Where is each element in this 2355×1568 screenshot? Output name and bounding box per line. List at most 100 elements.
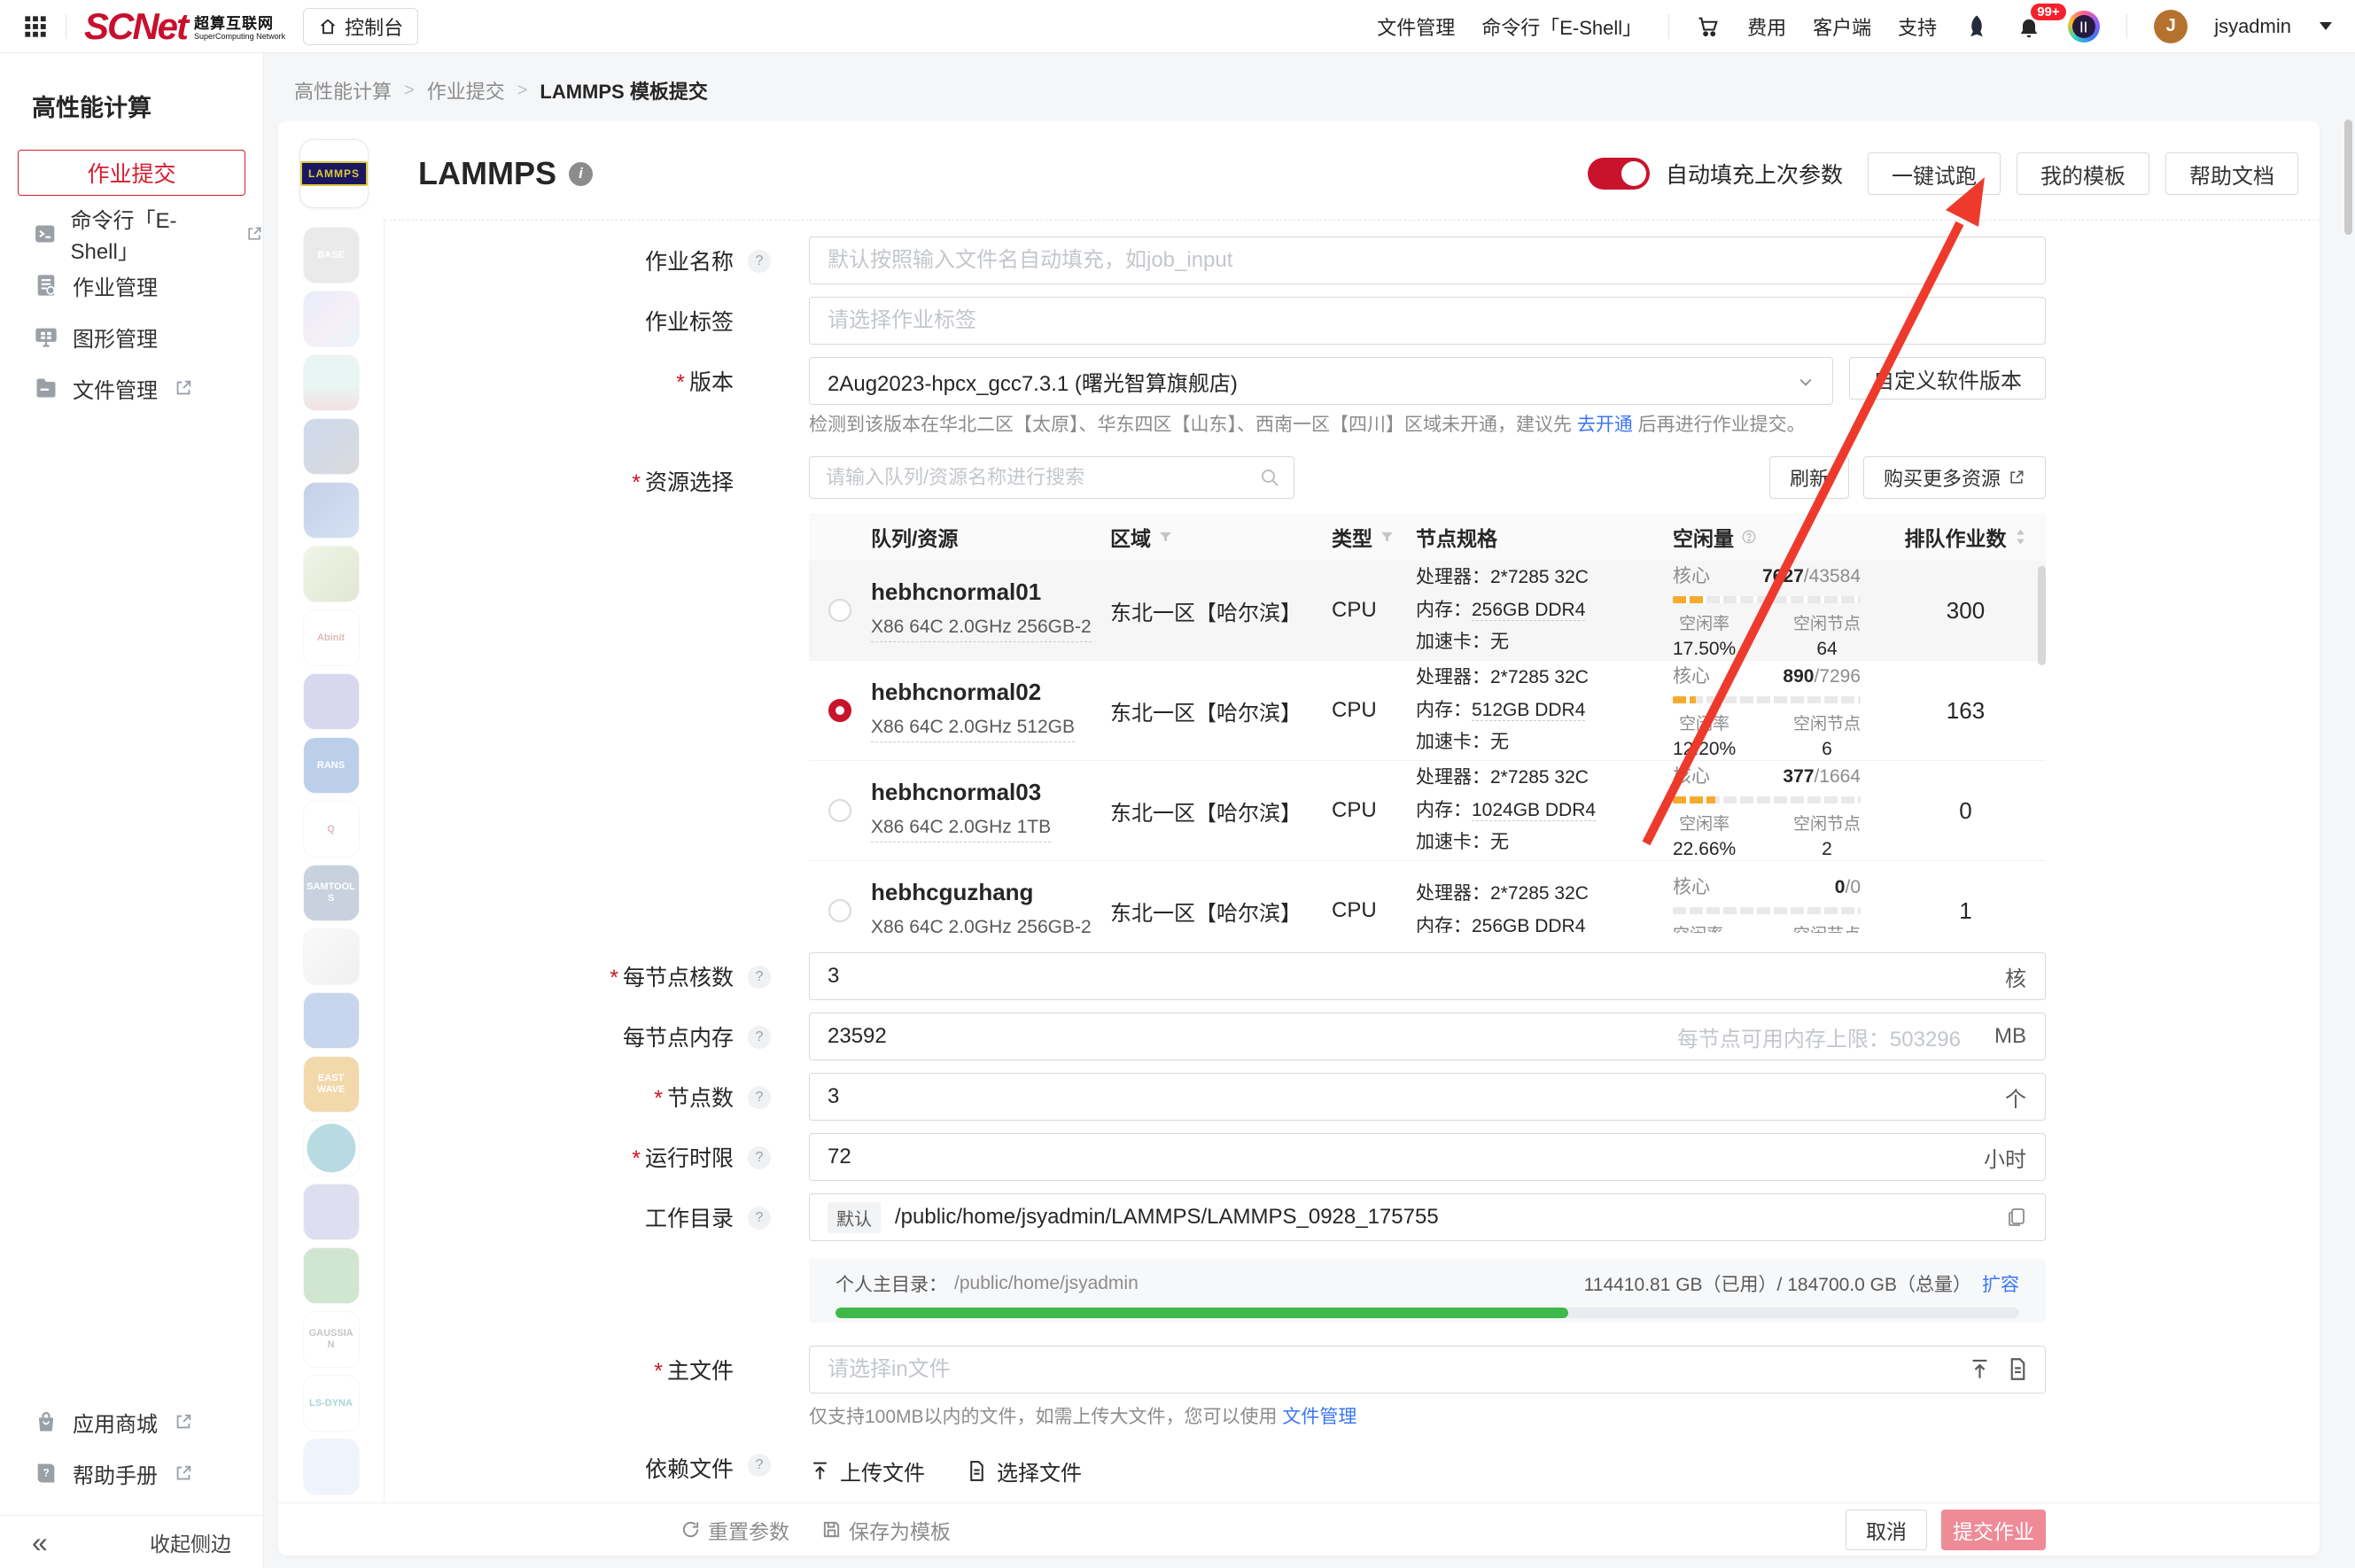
help-icon[interactable]: ? xyxy=(748,1207,771,1230)
mem-per-node-input[interactable] xyxy=(809,1013,2046,1060)
app-icon[interactable] xyxy=(303,546,360,602)
external-link-icon xyxy=(245,224,263,244)
divider xyxy=(2126,14,2127,39)
app-icon[interactable]: BASE xyxy=(303,227,360,283)
expand-storage-link[interactable]: 扩容 xyxy=(1982,1270,2019,1297)
nav-support[interactable]: 支持 xyxy=(1898,12,1937,41)
nav-file-manager[interactable]: 文件管理 xyxy=(1377,12,1455,41)
cores-per-node-input[interactable] xyxy=(809,952,2046,1000)
nav-eshell[interactable]: 命令行「E-Shell」 xyxy=(1481,12,1642,41)
cart-icon[interactable] xyxy=(1696,14,1721,39)
save-template-button[interactable]: 保存为模板 xyxy=(821,1515,951,1545)
info-icon[interactable]: i xyxy=(569,162,593,186)
app-icon[interactable] xyxy=(303,1184,360,1240)
folder-open-icon[interactable] xyxy=(2006,1207,2027,1228)
version-select[interactable]: 2Aug2023-hpcx_gcc7.3.1 (曙光智算旗舰店) xyxy=(809,357,1833,405)
sidebar-item-file-management[interactable]: 文件管理 xyxy=(0,362,263,414)
resource-row-hebhcnormal03[interactable]: hebhcnormal03 X86 64C 2.0GHz 1TB 东北一区【哈尔… xyxy=(809,761,2046,861)
breadcrumb-hpc[interactable]: 高性能计算 xyxy=(294,76,392,105)
resource-search-input[interactable] xyxy=(809,456,1294,499)
help-icon[interactable]: ? xyxy=(748,1454,771,1477)
job-name-input[interactable] xyxy=(809,237,2046,284)
table-scrollbar-thumb[interactable] xyxy=(2038,566,2046,665)
app-icon[interactable]: Q xyxy=(303,801,360,858)
sidebar-item-help-manual[interactable]: ? 帮助手册 xyxy=(0,1448,263,1499)
reset-params-button[interactable]: 重置参数 xyxy=(680,1515,789,1545)
resource-row-hebhcnormal01[interactable]: hebhcnormal01 X86 64C 2.0GHz 256GB-2 东北一… xyxy=(809,561,2046,661)
filter-icon[interactable] xyxy=(1158,530,1173,545)
refresh-button[interactable]: 刷新 xyxy=(1769,456,1849,499)
nav-fee[interactable]: 费用 xyxy=(1747,12,1786,41)
ai-assistant-icon[interactable]: || xyxy=(2068,11,2100,43)
submit-job-button[interactable]: 提交作业 xyxy=(1941,1510,2046,1550)
rocket-icon[interactable] xyxy=(1963,13,1990,40)
svg-text:?: ? xyxy=(43,1468,50,1479)
notifications-bell-icon[interactable]: 99+ xyxy=(2017,14,2041,39)
main-file-input[interactable] xyxy=(809,1346,2046,1393)
app-icon[interactable] xyxy=(303,291,360,347)
app-icon[interactable]: GAUSSIAN xyxy=(303,1311,360,1368)
resource-row-hebhcguzhang[interactable]: hebhcguzhang X86 64C 2.0GHz 256GB-2 东北一区… xyxy=(809,861,2046,933)
question-circle-icon[interactable] xyxy=(1741,529,1757,545)
sort-icon[interactable] xyxy=(2014,528,2027,546)
app-icon[interactable] xyxy=(303,482,360,539)
workdir-input[interactable]: 默认 /public/home/jsyadmin/LAMMPS/LAMMPS_0… xyxy=(809,1193,2046,1241)
user-caret-down-icon[interactable] xyxy=(2320,22,2332,30)
help-docs-button[interactable]: 帮助文档 xyxy=(2165,152,2298,195)
console-button[interactable]: 控制台 xyxy=(303,8,418,45)
sidebar-item-graphics-management[interactable]: 图形管理 xyxy=(0,311,263,362)
username[interactable]: jsyadmin xyxy=(2214,15,2291,38)
sidebar-item-app-store[interactable]: 应用商城 xyxy=(0,1396,263,1448)
sidebar-item-eshell[interactable]: 命令行「E-Shell」 xyxy=(0,208,263,260)
app-icon[interactable]: Abinit xyxy=(303,609,360,666)
custom-version-button[interactable]: 自定义软件版本 xyxy=(1849,357,2046,400)
filter-icon[interactable] xyxy=(1380,530,1395,545)
help-icon[interactable]: ? xyxy=(748,1146,771,1169)
help-icon[interactable]: ? xyxy=(748,250,771,273)
app-icon[interactable] xyxy=(303,673,360,730)
buy-more-button[interactable]: 购买更多资源 xyxy=(1863,456,2046,499)
app-icon[interactable] xyxy=(303,1247,360,1304)
app-icon[interactable]: EAST WAVE xyxy=(303,1056,360,1113)
app-icon[interactable] xyxy=(303,354,360,411)
app-icon[interactable] xyxy=(303,418,360,475)
nav-client[interactable]: 客户端 xyxy=(1813,12,1871,41)
save-icon xyxy=(821,1519,842,1540)
upload-icon[interactable] xyxy=(1968,1357,1992,1381)
app-icon[interactable] xyxy=(303,1120,360,1176)
app-icon[interactable]: SAMTOOLS xyxy=(303,865,360,921)
app-icon[interactable]: LS-DYNA xyxy=(303,1375,360,1432)
walltime-input[interactable] xyxy=(809,1133,2046,1181)
autofill-toggle[interactable] xyxy=(1588,158,1650,190)
help-icon[interactable]: ? xyxy=(748,1026,771,1049)
choose-file-button[interactable]: 选择文件 xyxy=(966,1455,1082,1486)
app-icon[interactable] xyxy=(303,1439,360,1495)
scnet-logo[interactable]: SCNet 超算互联网 SuperComputing Network xyxy=(84,10,285,43)
sidebar-item-job-management[interactable]: 作业管理 xyxy=(0,260,263,311)
page-scrollbar-thumb[interactable] xyxy=(2344,120,2352,235)
file-manager-link[interactable]: 文件管理 xyxy=(1282,1407,1356,1427)
radio-unselected[interactable] xyxy=(828,599,851,622)
sidebar-job-submit-button[interactable]: 作业提交 xyxy=(18,150,245,196)
radio-unselected[interactable] xyxy=(828,899,851,922)
resource-row-hebhcnormal02[interactable]: hebhcnormal02 X86 64C 2.0GHz 512GB 东北一区【… xyxy=(809,661,2046,761)
my-templates-button[interactable]: 我的模板 xyxy=(2017,152,2149,195)
open-region-link[interactable]: 去开通 xyxy=(1577,415,1633,435)
app-icon[interactable] xyxy=(303,928,360,985)
quick-trial-button[interactable]: 一键试跑 xyxy=(1868,152,2001,195)
avatar[interactable]: J xyxy=(2154,10,2188,43)
upload-file-button[interactable]: 上传文件 xyxy=(809,1455,925,1486)
help-icon[interactable]: ? xyxy=(748,1086,771,1109)
help-icon[interactable]: ? xyxy=(748,966,771,989)
cancel-button[interactable]: 取消 xyxy=(1846,1510,1927,1550)
file-select-icon[interactable] xyxy=(2006,1357,2030,1381)
nodes-input[interactable] xyxy=(809,1073,2046,1121)
app-icon[interactable] xyxy=(303,992,360,1049)
job-tag-input[interactable] xyxy=(809,297,2046,345)
breadcrumb-job-submit[interactable]: 作业提交 xyxy=(427,76,505,105)
app-icon[interactable]: RANS xyxy=(303,737,360,794)
apps-grid-icon[interactable] xyxy=(23,14,48,39)
radio-selected[interactable] xyxy=(828,699,851,722)
radio-unselected[interactable] xyxy=(828,799,851,822)
sidebar-collapse-bar[interactable]: « 收起侧边 xyxy=(0,1515,263,1568)
